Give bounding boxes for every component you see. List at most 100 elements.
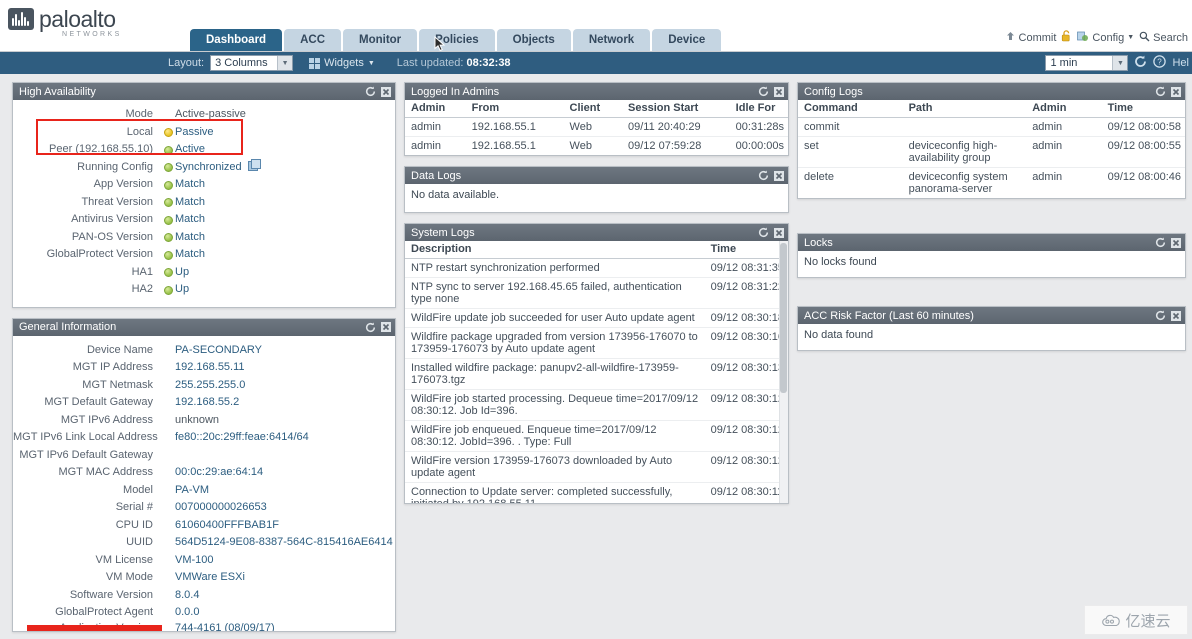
refresh-icon[interactable] xyxy=(1155,86,1166,97)
toolbar-left-group: Layout: 3 Columns ▼ Widgets ▼ Last updat… xyxy=(168,55,511,71)
info-row: VM Mode VMWare ESXi xyxy=(13,569,395,587)
column-header-admin[interactable]: Admin xyxy=(1026,100,1102,118)
close-icon[interactable] xyxy=(773,170,784,181)
table-row[interactable]: admin 192.168.55.1 Web 09/12 07:59:28 00… xyxy=(405,137,788,156)
table-row[interactable]: WildFire job enqueued. Enqueue time=2017… xyxy=(405,420,788,452)
refresh-icon[interactable] xyxy=(758,227,769,238)
table-row[interactable]: WildFire version 173959-176073 downloade… xyxy=(405,451,788,483)
chevron-down-icon: ▼ xyxy=(277,56,293,70)
system-logs-scrollbar[interactable] xyxy=(779,241,788,503)
close-icon[interactable] xyxy=(1170,86,1181,97)
widget-header-actions xyxy=(1155,86,1181,97)
table-row[interactable]: set deviceconfig high-availability group… xyxy=(798,136,1185,168)
info-label: MGT IPv6 Address xyxy=(60,413,153,426)
tab-monitor[interactable]: Monitor xyxy=(343,29,418,51)
table-row[interactable]: commit admin 09/12 08:00:58 xyxy=(798,117,1185,137)
paloalto-logo-icon xyxy=(8,8,34,30)
table-row[interactable]: NTP restart synchronization performed 09/… xyxy=(405,258,788,278)
ha-value: Match xyxy=(175,213,205,225)
column-header-time[interactable]: Time xyxy=(704,241,788,259)
column-header-time[interactable]: Time xyxy=(1101,100,1185,118)
info-row: Device Name PA-SECONDARY xyxy=(13,342,395,360)
commit-button[interactable]: Commit xyxy=(1005,31,1056,45)
table-row[interactable]: Wildfire package upgraded from version 1… xyxy=(405,327,788,359)
refresh-icon[interactable] xyxy=(758,86,769,97)
widget-header: System Logs xyxy=(405,224,788,241)
refresh-icon[interactable] xyxy=(365,86,376,97)
status-led xyxy=(161,194,175,212)
close-icon[interactable] xyxy=(773,86,784,97)
ha-label: Peer (192.168.55.10) xyxy=(49,143,153,155)
tab-dashboard[interactable]: Dashboard xyxy=(190,29,283,51)
table-row[interactable]: Installed wildfire package: panupv2-all-… xyxy=(405,358,788,390)
close-icon[interactable] xyxy=(1170,237,1181,248)
widget-general-information: General Information Device Name PA-SECOND… xyxy=(12,317,396,632)
close-icon[interactable] xyxy=(773,227,784,238)
column-header-from[interactable]: From xyxy=(465,100,564,118)
widget-header: High Availability xyxy=(13,83,395,100)
column-header-description[interactable]: Description xyxy=(405,241,705,259)
table-row[interactable]: WildFire update job succeeded for user A… xyxy=(405,308,788,328)
column-header-client[interactable]: Client xyxy=(563,100,622,118)
info-row: UUID 564D5124-9E08-8387-564C-815416AE6414 xyxy=(13,534,395,552)
scrollbar-thumb[interactable] xyxy=(780,243,787,393)
layout-select[interactable]: 3 Columns ▼ xyxy=(210,55,294,71)
refresh-icon[interactable] xyxy=(1155,237,1166,248)
widget-header-actions xyxy=(758,170,784,181)
table-row[interactable]: delete deviceconfig system panorama-serv… xyxy=(798,168,1185,199)
column-header-admin[interactable]: Admin xyxy=(405,100,466,118)
widget-title: Logged In Admins xyxy=(411,85,500,98)
refresh-interval-select[interactable]: 1 min ▼ xyxy=(1045,55,1129,71)
refresh-icon[interactable] xyxy=(365,322,376,333)
toolbar-right-group: 1 min ▼ ? Hel xyxy=(1045,54,1189,72)
close-icon[interactable] xyxy=(1170,310,1181,321)
table-row[interactable]: Connection to Update server: completed s… xyxy=(405,482,788,503)
column-header-path[interactable]: Path xyxy=(902,100,1027,118)
ha-row: Threat Version Match xyxy=(13,194,395,212)
widget-header: Locks xyxy=(798,234,1185,251)
tab-network[interactable]: Network xyxy=(572,29,651,51)
cell-time: 09/12 08:00:46 xyxy=(1107,171,1181,183)
widget-columns: High Availability Mode Active-passive Lo… xyxy=(0,74,1192,639)
chevron-down-icon: ▼ xyxy=(367,59,375,67)
cell-command: set xyxy=(798,136,903,168)
status-led-placeholder xyxy=(161,106,175,124)
help-icon[interactable]: ? xyxy=(1153,54,1167,72)
cell-admin: admin xyxy=(411,140,441,152)
search-button[interactable]: Search xyxy=(1139,31,1188,45)
ha-label: HA1 xyxy=(131,265,153,278)
info-label: VM License xyxy=(95,553,153,566)
close-icon[interactable] xyxy=(380,322,391,333)
column-header-idle-for[interactable]: Idle For xyxy=(729,100,788,118)
config-button[interactable]: Config ▼ xyxy=(1077,31,1134,45)
table-row[interactable]: admin 192.168.55.1 Web 09/11 20:40:29 00… xyxy=(405,117,788,137)
ha-value: Match xyxy=(175,178,205,190)
sync-compare-icon[interactable] xyxy=(247,158,261,171)
help-label[interactable]: Hel xyxy=(1172,57,1189,69)
ha-row: PAN-OS Version Match xyxy=(13,229,395,247)
info-row: MGT Default Gateway 192.168.55.2 xyxy=(13,394,395,412)
refresh-icon[interactable] xyxy=(1134,55,1147,72)
table-row[interactable]: NTP sync to server 192.168.45.65 failed,… xyxy=(405,277,788,309)
table-row[interactable]: WildFire job started processing. Dequeue… xyxy=(405,389,788,421)
system-logs-scroll-area[interactable]: Description Time NTP restart synchroniza… xyxy=(405,241,788,503)
refresh-icon[interactable] xyxy=(1155,310,1166,321)
info-label: Software Version xyxy=(69,588,153,601)
column-header-session-start[interactable]: Session Start xyxy=(622,100,730,118)
tab-acc[interactable]: ACC xyxy=(284,29,341,51)
widget-header-actions xyxy=(1155,237,1181,248)
close-icon[interactable] xyxy=(380,86,391,97)
unlock-icon[interactable] xyxy=(1061,30,1072,45)
info-value: 255.255.255.0 xyxy=(175,378,246,391)
refresh-icon[interactable] xyxy=(758,170,769,181)
widgets-menu-button[interactable]: Widgets ▼ xyxy=(309,57,375,69)
cell-path xyxy=(902,117,1027,137)
tab-device[interactable]: Device xyxy=(652,29,722,51)
column-header-command[interactable]: Command xyxy=(798,100,903,118)
tab-policies[interactable]: Policies xyxy=(419,29,495,51)
search-icon xyxy=(1139,31,1150,45)
ha-value: Match xyxy=(175,195,205,208)
tab-objects[interactable]: Objects xyxy=(496,29,571,51)
config-icon xyxy=(1077,31,1089,45)
status-led xyxy=(161,176,175,194)
